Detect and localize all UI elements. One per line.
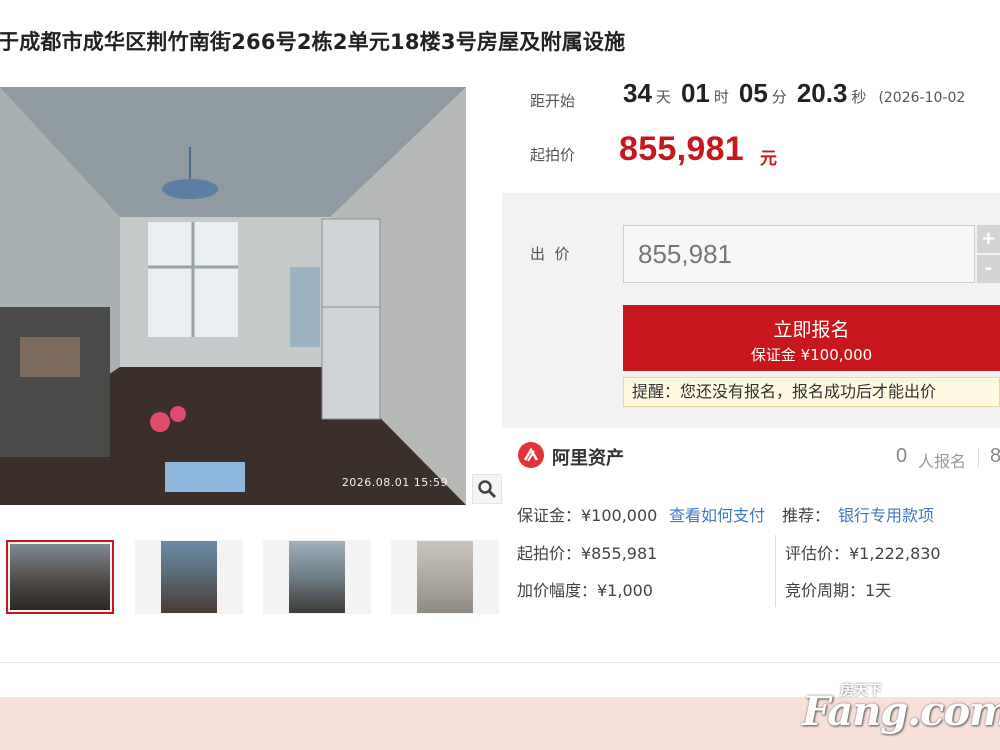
bid-label: 出 价 <box>530 245 570 263</box>
start-date: (2026-10-02 <box>878 90 966 106</box>
countdown-timer: 34 天 01 时 05 分 20.3 秒 (2026-10-02 <box>623 78 965 112</box>
countdown-hours-unit: 时 <box>713 88 729 106</box>
countdown-hours: 01 <box>680 78 710 108</box>
recommend-label: 推荐： <box>782 506 831 525</box>
watermark-main: Fang.com <box>802 688 1000 735</box>
countdown-days: 34 <box>623 78 652 108</box>
countdown-minutes-unit: 分 <box>771 88 787 106</box>
bid-stepper: + - <box>977 225 1000 283</box>
zoom-button[interactable] <box>472 474 502 504</box>
divider <box>0 662 1000 663</box>
room-illustration <box>0 87 466 505</box>
fang-watermark: 房天下 Fang.com <box>798 682 1000 742</box>
provider-bar: 阿里资产 0 人报名 8 <box>502 428 1000 488</box>
deposit-label: 保证金 ¥100,000 <box>750 346 873 364</box>
signup-button-label: 立即报名 <box>773 319 850 341</box>
countdown-minutes: 05 <box>738 78 768 108</box>
countdown-seconds-unit: 秒 <box>851 88 867 106</box>
auction-summary: 距开始 34 天 01 时 05 分 20.3 秒 (2026-10-02 起拍… <box>502 78 1000 193</box>
recommend-link-text[interactable]: 银行专用款项 <box>838 506 934 525</box>
increment-info: 加价幅度：¥1,000 <box>517 581 653 600</box>
countdown-days-unit: 天 <box>655 88 671 106</box>
how-to-pay-link-text[interactable]: 查看如何支付 <box>669 506 765 525</box>
page-title: 于成都市成华区荆竹南街266号2栋2单元18楼3号房屋及附属设施 <box>0 30 626 54</box>
thumbnail-image <box>10 544 110 610</box>
appraisal-info: 评估价：¥1,222,830 <box>785 544 941 563</box>
divider <box>775 535 776 607</box>
photo-timestamp: 2026.08.01 15:59 <box>341 476 448 489</box>
thumbnail-2[interactable] <box>135 540 243 614</box>
ali-assets-logo-icon <box>518 442 544 468</box>
thumbnail-image <box>289 541 345 613</box>
signup-notice: 提醒：您还没有报名，报名成功后才能出价 <box>623 377 1000 407</box>
thumbnail-3[interactable] <box>263 540 371 614</box>
magnifier-icon <box>478 480 497 499</box>
signup-count-label: 人报名 <box>918 452 967 471</box>
main-property-photo[interactable]: 2026.08.01 15:59 <box>0 87 466 505</box>
recommend-link[interactable]: 银行专用款项 <box>838 502 934 526</box>
decrease-button[interactable]: - <box>977 255 1000 283</box>
period-info: 竞价周期：1天 <box>785 581 892 600</box>
signup-count: 0 <box>896 445 908 467</box>
thumbnail-image <box>161 541 217 613</box>
countdown-seconds: 20.3 <box>796 78 848 108</box>
bid-amount-input[interactable]: 855,981 <box>623 225 975 283</box>
thumbnail-4[interactable] <box>391 540 499 614</box>
view-count: 8 <box>990 445 1000 467</box>
thumbnail-image <box>417 541 473 613</box>
provider-name[interactable]: 阿里资产 <box>552 444 624 470</box>
countdown-label: 距开始 <box>530 92 576 110</box>
start-price-info: 起拍价：¥855,981 <box>517 544 658 563</box>
start-price-unit: 元 <box>760 149 777 169</box>
deposit-info: 保证金：¥100,000 <box>517 506 658 525</box>
signup-button[interactable]: 立即报名 保证金 ¥100,000 <box>623 305 1000 371</box>
bid-panel: 出 价 855,981 + - 立即报名 保证金 ¥100,000 提醒：您还没… <box>502 193 1000 428</box>
start-price-value: 855,981 <box>619 130 745 168</box>
divider <box>978 448 979 468</box>
increase-button[interactable]: + <box>977 225 1000 253</box>
how-to-pay-link[interactable]: 查看如何支付 <box>669 502 765 526</box>
start-price-label: 起拍价 <box>530 146 576 164</box>
thumbnail-1[interactable] <box>6 540 114 614</box>
